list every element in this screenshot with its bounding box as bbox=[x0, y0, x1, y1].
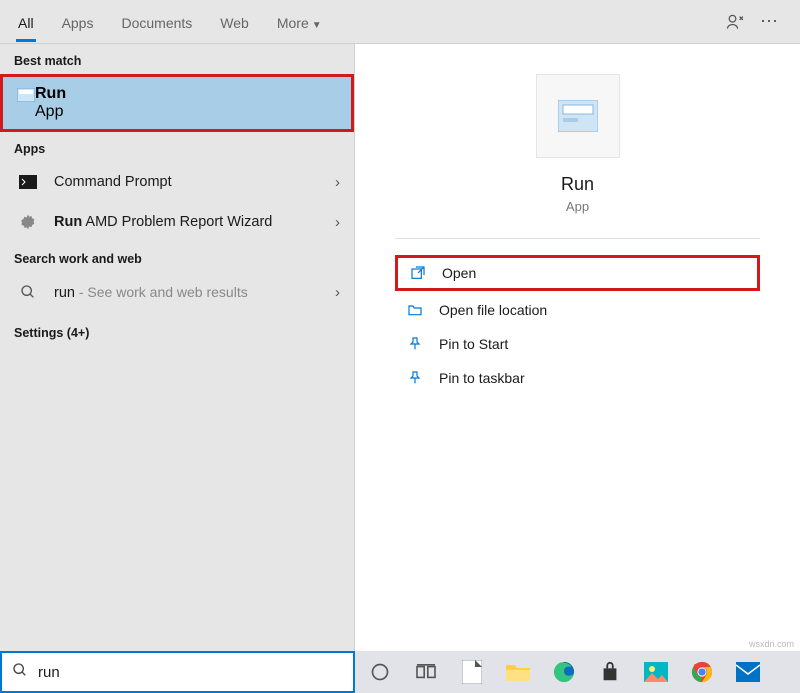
pin-icon bbox=[401, 336, 429, 352]
feedback-icon[interactable] bbox=[724, 11, 746, 33]
tab-more[interactable]: More▼ bbox=[263, 3, 336, 41]
attribution-text: wsxdn.com bbox=[749, 639, 794, 649]
taskbar-search[interactable] bbox=[0, 651, 355, 693]
gear-icon bbox=[14, 212, 42, 232]
best-match-subtitle: App bbox=[35, 103, 66, 121]
result-label: Run AMD Problem Report Wizard bbox=[54, 214, 272, 230]
run-app-icon bbox=[536, 74, 620, 158]
search-tabs: All Apps Documents Web More▼ ⋯ bbox=[0, 0, 800, 44]
run-icon bbox=[17, 88, 35, 107]
chevron-down-icon: ▼ bbox=[312, 20, 322, 31]
libreoffice-icon[interactable] bbox=[457, 657, 487, 687]
preview-title: Run bbox=[395, 174, 760, 195]
open-icon bbox=[404, 265, 432, 281]
taskbar bbox=[0, 651, 800, 693]
result-amd-wizard[interactable]: Run AMD Problem Report Wizard › bbox=[0, 202, 354, 242]
edge-icon[interactable] bbox=[549, 657, 579, 687]
chevron-right-icon: › bbox=[335, 214, 340, 231]
best-match-title: Run bbox=[35, 85, 66, 103]
folder-icon bbox=[401, 302, 429, 318]
task-view-icon[interactable] bbox=[411, 657, 441, 687]
action-pin-to-taskbar[interactable]: Pin to taskbar bbox=[395, 363, 760, 393]
chevron-right-icon: › bbox=[335, 174, 340, 191]
chrome-icon[interactable] bbox=[687, 657, 717, 687]
action-label: Open bbox=[442, 265, 476, 281]
tab-web[interactable]: Web bbox=[206, 3, 263, 41]
photos-icon[interactable] bbox=[641, 657, 671, 687]
mail-icon[interactable] bbox=[733, 657, 763, 687]
results-list: Best match Run App Apps Command Prompt ›… bbox=[0, 44, 355, 651]
chevron-right-icon: › bbox=[335, 284, 340, 301]
action-open-file-location[interactable]: Open file location bbox=[395, 295, 760, 325]
search-input[interactable] bbox=[38, 664, 343, 681]
preview-pane: Run App Open Open file location Pin to bbox=[355, 44, 800, 651]
section-apps: Apps bbox=[0, 132, 354, 162]
action-label: Open file location bbox=[439, 302, 547, 318]
action-label: Pin to taskbar bbox=[439, 370, 525, 386]
search-results-panel: Best match Run App Apps Command Prompt ›… bbox=[0, 44, 800, 651]
cortana-icon[interactable] bbox=[365, 657, 395, 687]
pin-icon bbox=[401, 370, 429, 386]
tab-all[interactable]: All bbox=[4, 3, 48, 41]
preview-type: App bbox=[395, 199, 760, 214]
command-prompt-icon bbox=[14, 172, 42, 192]
store-icon[interactable] bbox=[595, 657, 625, 687]
section-best-match: Best match bbox=[0, 44, 354, 74]
action-open[interactable]: Open bbox=[395, 255, 760, 291]
section-settings[interactable]: Settings (4+) bbox=[0, 312, 354, 346]
result-web-search[interactable]: run - See work and web results › bbox=[0, 272, 354, 312]
tab-apps[interactable]: Apps bbox=[48, 3, 108, 41]
more-options-icon[interactable]: ⋯ bbox=[758, 11, 780, 33]
action-list: Open Open file location Pin to Start Pin… bbox=[395, 255, 760, 393]
result-label: run - See work and web results bbox=[54, 284, 248, 301]
result-command-prompt[interactable]: Command Prompt › bbox=[0, 162, 354, 202]
search-icon bbox=[12, 662, 28, 683]
action-label: Pin to Start bbox=[439, 336, 508, 352]
tab-documents[interactable]: Documents bbox=[107, 3, 206, 41]
file-explorer-icon[interactable] bbox=[503, 657, 533, 687]
action-pin-to-start[interactable]: Pin to Start bbox=[395, 329, 760, 359]
result-label: Command Prompt bbox=[54, 174, 172, 190]
search-icon bbox=[14, 282, 42, 302]
result-best-match-run[interactable]: Run App bbox=[0, 74, 354, 132]
preview-header: Run App bbox=[395, 74, 760, 239]
tab-more-label: More bbox=[277, 15, 309, 31]
taskbar-apps bbox=[355, 651, 800, 693]
section-search-work-web: Search work and web bbox=[0, 242, 354, 272]
